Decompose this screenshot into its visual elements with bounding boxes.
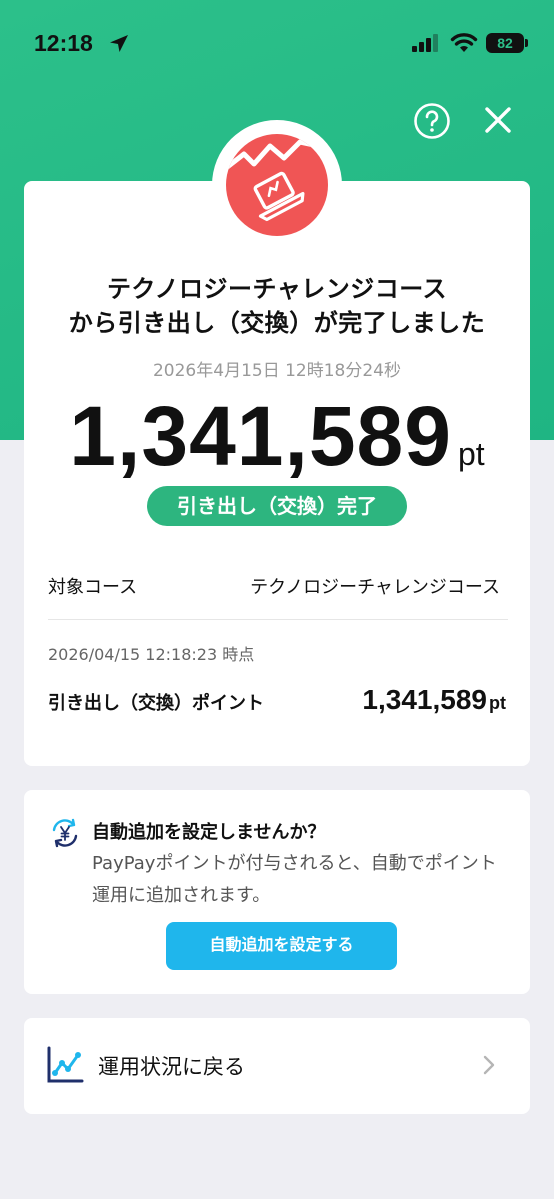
amount-unit: pt (458, 436, 485, 472)
cellular-signal-icon (412, 34, 438, 52)
chevron-right-icon (483, 1055, 495, 1075)
status-time: 12:18 (34, 30, 93, 56)
amount-value: 1,341,589 (69, 389, 452, 483)
as-of-timestamp: 2026/04/15 12:18:23 時点 (48, 645, 255, 664)
points-number: 1,341,589 (362, 684, 487, 715)
auto-add-description: PayPayポイントが付与されると、自動でポイント運用に追加されます。 (92, 853, 497, 906)
course-label: 対象コース (48, 577, 138, 598)
battery-indicator: 82 (486, 33, 528, 53)
location-arrow-icon (110, 35, 128, 52)
points-label: 引き出し（交換）ポイント (48, 693, 264, 714)
wifi-icon (450, 33, 478, 52)
result-title: テクノロジーチャレンジコース から引き出し（交換）が完了しました (24, 272, 530, 340)
close-icon[interactable] (480, 102, 516, 138)
title-line-2: から引き出し（交換）が完了しました (68, 309, 486, 337)
set-auto-add-button[interactable]: 自動追加を設定する (166, 922, 397, 970)
auto-yen-cycle-icon (52, 818, 78, 848)
points-unit: pt (489, 693, 506, 713)
title-line-1: テクノロジーチャレンジコース (106, 275, 448, 303)
divider (48, 619, 508, 620)
back-to-status-label[interactable]: 運用状況に戻る (98, 1051, 245, 1081)
points-value: 1,341,589 pt (362, 684, 506, 716)
status-badge: 引き出し（交換）完了 (147, 486, 407, 526)
line-chart-icon (47, 1046, 84, 1083)
withdrawn-amount: 1,341,589 pt (24, 388, 530, 485)
auto-add-title: 自動追加を設定しませんか？ (92, 822, 326, 843)
status-bar: 12:18 82 (0, 0, 554, 88)
help-icon[interactable] (413, 102, 451, 140)
completion-datetime: 2026年4月15日 12時18分24秒 (152, 361, 401, 381)
course-value: テクノロジーチャレンジコース (250, 577, 500, 598)
technology-course-icon (226, 134, 328, 236)
